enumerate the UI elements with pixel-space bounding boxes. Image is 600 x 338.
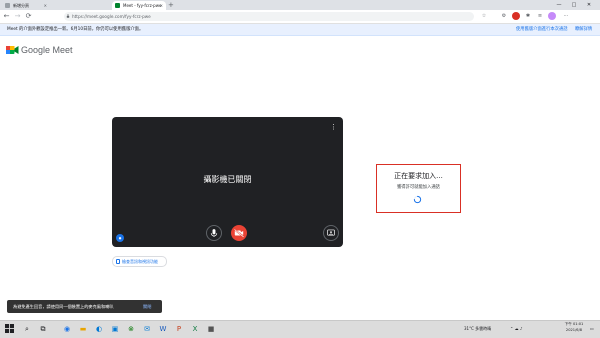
close-tab-icon[interactable]: ✕ <box>160 1 163 10</box>
info-banner-message: Meet 的介面外觀設定推出一新。6月10日前，你仍可以使用舊版介面。 <box>7 27 144 32</box>
store-icon[interactable]: ▣ <box>110 324 120 334</box>
join-status-title: 正在要求加入... <box>394 172 443 180</box>
forward-button[interactable]: → <box>13 11 22 22</box>
bookmark-star-icon[interactable]: ☆ <box>480 12 488 20</box>
tab-new-tab[interactable]: 新增分頁 ✕ <box>2 1 50 10</box>
snackbar-close-button[interactable]: 關閉 <box>143 300 151 313</box>
system-tray-icons[interactable]: ⌃ ☁ ♪ <box>510 320 522 338</box>
minimize-button[interactable]: — <box>552 0 566 10</box>
visual-effects-button[interactable] <box>323 225 339 241</box>
taskbar-clock[interactable]: 下午 01:01 2021/6/8 <box>559 321 589 333</box>
google-meet-logo-icon <box>6 46 19 54</box>
browser-menu-icon[interactable]: ⋯ <box>562 12 570 20</box>
notification-icon[interactable]: ▭ <box>590 320 594 338</box>
task-view-icon[interactable]: ⧉ <box>38 324 48 334</box>
back-button[interactable]: ← <box>2 11 11 22</box>
extension-icon[interactable]: ⚙ <box>500 12 508 20</box>
url-text: https://meet.google.com/fyy-fcrz-pwe <box>72 14 151 19</box>
clock-date: 2021/6/8 <box>565 328 583 332</box>
meet-favicon-icon <box>115 3 120 8</box>
use-legacy-interface-link[interactable]: 使用舊版介面進行本次通話 <box>516 24 568 35</box>
device-check-icon <box>116 259 120 264</box>
reading-list-icon[interactable]: ≡ <box>536 12 544 20</box>
camera-off-icon <box>233 228 245 238</box>
microphone-button[interactable] <box>206 225 222 241</box>
lock-icon <box>66 14 70 18</box>
new-tab-button[interactable]: + <box>168 0 174 10</box>
visual-effects-icon <box>327 229 335 236</box>
more-options-icon[interactable]: ⋮ <box>330 122 337 132</box>
taskbar-app-icon[interactable]: ◉ <box>62 324 72 334</box>
powerpoint-icon[interactable]: P <box>174 324 184 334</box>
edge-browser-icon[interactable]: ◐ <box>94 324 104 334</box>
profile-avatar[interactable] <box>548 12 556 20</box>
check-audio-video-label: 檢查音訊和視訊功能 <box>122 259 158 264</box>
join-status-subtitle: 獲得許可就能加入通話 <box>397 185 440 190</box>
check-audio-video-button[interactable]: 檢查音訊和視訊功能 <box>112 256 167 267</box>
word-icon[interactable]: W <box>158 324 168 334</box>
user-avatar-icon[interactable]: ● <box>116 234 124 242</box>
windows-start-icon[interactable] <box>5 324 14 333</box>
app-logo-text: Google Meet <box>21 45 73 55</box>
close-window-button[interactable]: ✕ <box>582 0 596 10</box>
microphone-icon <box>210 229 218 238</box>
weather-widget[interactable]: 31°C 多雲時晴 <box>464 320 491 338</box>
excel-icon[interactable]: X <box>190 324 200 334</box>
snackbar-message: 為避免產生回音，請使用同一個裝置上的麥克風和喇叭 <box>13 304 114 309</box>
learn-more-link[interactable]: 瞭解詳情 <box>575 24 592 35</box>
search-icon[interactable]: ⌕ <box>22 324 32 334</box>
reload-button[interactable]: ⟳ <box>24 11 33 22</box>
maximize-button[interactable]: □ <box>567 0 581 10</box>
tab-meet[interactable]: Meet - fyy-fcrz-pwe ✕ <box>112 1 166 10</box>
browser-tab-strip <box>0 0 600 10</box>
camera-toggle-button[interactable] <box>231 225 247 241</box>
loading-spinner-icon <box>413 195 422 204</box>
file-explorer-icon[interactable]: ▬ <box>78 324 88 334</box>
extensions-puzzle-icon[interactable]: ✱ <box>524 12 532 20</box>
mail-icon[interactable]: ✉ <box>142 324 152 334</box>
taskbar-app-icon[interactable]: ■ <box>206 324 216 334</box>
new-tab-favicon-icon <box>5 3 10 8</box>
xbox-icon[interactable]: ⊗ <box>126 324 136 334</box>
tab-title: Meet - fyy-fcrz-pwe <box>123 3 162 8</box>
camera-off-text: 攝影機已關閉 <box>203 175 252 184</box>
extension-red-icon[interactable] <box>512 12 520 20</box>
tab-title: 新增分頁 <box>13 3 29 8</box>
close-tab-icon[interactable]: ✕ <box>44 1 47 10</box>
